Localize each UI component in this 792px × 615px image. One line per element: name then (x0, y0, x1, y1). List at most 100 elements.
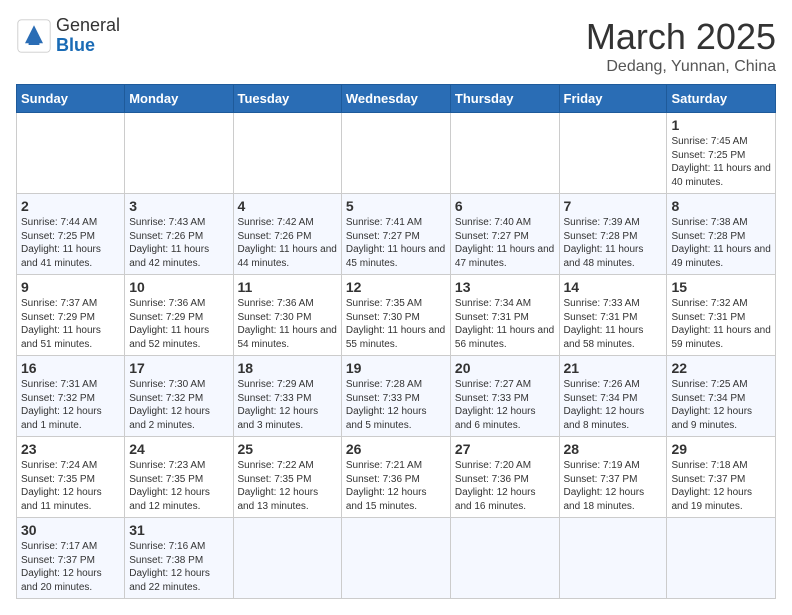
day-info: Sunrise: 7:18 AM Sunset: 7:37 PM Dayligh… (671, 459, 771, 513)
day-info: Sunrise: 7:25 AM Sunset: 7:34 PM Dayligh… (671, 378, 771, 432)
day-info: Sunrise: 7:28 AM Sunset: 7:33 PM Dayligh… (346, 378, 446, 432)
calendar-cell: 6Sunrise: 7:40 AM Sunset: 7:27 PM Daylig… (450, 194, 559, 275)
calendar-cell (450, 113, 559, 194)
calendar-cell (341, 518, 450, 599)
weekday-header-sunday: Sunday (17, 85, 125, 113)
calendar-cell: 2Sunrise: 7:44 AM Sunset: 7:25 PM Daylig… (17, 194, 125, 275)
weekday-header-saturday: Saturday (667, 85, 776, 113)
logo-general: General (56, 16, 120, 36)
day-info: Sunrise: 7:45 AM Sunset: 7:25 PM Dayligh… (671, 135, 771, 189)
day-info: Sunrise: 7:19 AM Sunset: 7:37 PM Dayligh… (564, 459, 663, 513)
calendar-cell: 18 Sunrise: 7:29 AM Sunset: 7:33 PM Dayli… (233, 356, 341, 437)
day-info: Sunrise: 7:39 AM Sunset: 7:28 PM Dayligh… (564, 216, 663, 270)
weekday-header-row: SundayMondayTuesdayWednesdayThursdayFrid… (17, 85, 776, 113)
calendar-cell: 31 Sunrise: 7:16 AM Sunset: 7:38 PM Dayli… (125, 518, 233, 599)
day-info: Sunrise: 7:29 AM Sunset: 7:33 PM Dayligh… (238, 378, 337, 432)
calendar-cell: 21Sunrise: 7:26 AM Sunset: 7:34 PM Dayli… (559, 356, 667, 437)
weekday-header-monday: Monday (125, 85, 233, 113)
day-number: 25 (238, 441, 337, 457)
calendar-cell (17, 113, 125, 194)
calendar-cell: 4Sunrise: 7:42 AM Sunset: 7:26 PM Daylig… (233, 194, 341, 275)
day-number: 28 (564, 441, 663, 457)
weekday-header-tuesday: Tuesday (233, 85, 341, 113)
calendar-cell: 13 Sunrise: 7:34 AM Sunset: 7:31 PM Dayli… (450, 275, 559, 356)
weekday-header-friday: Friday (559, 85, 667, 113)
day-info: Sunrise: 7:37 AM Sunset: 7:29 PM Dayligh… (21, 297, 120, 351)
day-number: 9 (21, 279, 120, 295)
day-number: 18 (238, 360, 337, 376)
day-number: 27 (455, 441, 555, 457)
page-header: General Blue March 2025 Dedang, Yunnan, … (16, 16, 776, 76)
day-number: 31 (129, 522, 228, 538)
day-info: Sunrise: 7:30 AM Sunset: 7:32 PM Dayligh… (129, 378, 228, 432)
calendar-cell: 11Sunrise: 7:36 AM Sunset: 7:30 PM Dayli… (233, 275, 341, 356)
day-number: 16 (21, 360, 120, 376)
day-info: Sunrise: 7:36 AM Sunset: 7:30 PM Dayligh… (238, 297, 337, 351)
calendar-cell: 28 Sunrise: 7:19 AM Sunset: 7:37 PM Dayli… (559, 437, 667, 518)
day-info: Sunrise: 7:38 AM Sunset: 7:28 PM Dayligh… (671, 216, 771, 270)
day-number: 26 (346, 441, 446, 457)
calendar-cell (450, 518, 559, 599)
day-number: 8 (671, 198, 771, 214)
logo-text: General Blue (56, 16, 120, 56)
day-info: Sunrise: 7:43 AM Sunset: 7:26 PM Dayligh… (129, 216, 228, 270)
calendar-cell: 5 Sunrise: 7:41 AM Sunset: 7:27 PM Daylig… (341, 194, 450, 275)
day-info: Sunrise: 7:36 AM Sunset: 7:29 PM Dayligh… (129, 297, 228, 351)
calendar-cell: 12Sunrise: 7:35 AM Sunset: 7:30 PM Dayli… (341, 275, 450, 356)
calendar-week-4: 16 Sunrise: 7:31 AM Sunset: 7:32 PM Dayli… (17, 356, 776, 437)
calendar-cell: 26 Sunrise: 7:21 AM Sunset: 7:36 PM Dayli… (341, 437, 450, 518)
day-info: Sunrise: 7:23 AM Sunset: 7:35 PM Dayligh… (129, 459, 228, 513)
weekday-header-wednesday: Wednesday (341, 85, 450, 113)
calendar-cell: 15Sunrise: 7:32 AM Sunset: 7:31 PM Dayli… (667, 275, 776, 356)
day-info: Sunrise: 7:41 AM Sunset: 7:27 PM Dayligh… (346, 216, 446, 270)
day-number: 10 (129, 279, 228, 295)
day-info: Sunrise: 7:34 AM Sunset: 7:31 PM Dayligh… (455, 297, 555, 351)
day-number: 13 (455, 279, 555, 295)
day-info: Sunrise: 7:44 AM Sunset: 7:25 PM Dayligh… (21, 216, 120, 270)
day-number: 29 (671, 441, 771, 457)
day-info: Sunrise: 7:16 AM Sunset: 7:38 PM Dayligh… (129, 540, 228, 594)
calendar-week-2: 2Sunrise: 7:44 AM Sunset: 7:25 PM Daylig… (17, 194, 776, 275)
calendar-cell: 10 Sunrise: 7:36 AM Sunset: 7:29 PM Dayli… (125, 275, 233, 356)
day-number: 17 (129, 360, 228, 376)
day-number: 3 (129, 198, 228, 214)
calendar-cell: 14 Sunrise: 7:33 AM Sunset: 7:31 PM Dayli… (559, 275, 667, 356)
day-number: 24 (129, 441, 228, 457)
day-number: 23 (21, 441, 120, 457)
location-label: Dedang, Yunnan, China (586, 58, 776, 76)
calendar-cell: 20Sunrise: 7:27 AM Sunset: 7:33 PM Dayli… (450, 356, 559, 437)
calendar-cell: 25 Sunrise: 7:22 AM Sunset: 7:35 PM Dayli… (233, 437, 341, 518)
calendar-cell (233, 518, 341, 599)
calendar-week-6: 30Sunrise: 7:17 AM Sunset: 7:37 PM Dayli… (17, 518, 776, 599)
day-info: Sunrise: 7:27 AM Sunset: 7:33 PM Dayligh… (455, 378, 555, 432)
day-info: Sunrise: 7:21 AM Sunset: 7:36 PM Dayligh… (346, 459, 446, 513)
day-info: Sunrise: 7:31 AM Sunset: 7:32 PM Dayligh… (21, 378, 120, 432)
weekday-header-thursday: Thursday (450, 85, 559, 113)
calendar-cell (667, 518, 776, 599)
calendar-cell: 27Sunrise: 7:20 AM Sunset: 7:36 PM Dayli… (450, 437, 559, 518)
day-number: 5 (346, 198, 446, 214)
calendar-cell (559, 518, 667, 599)
calendar-table: SundayMondayTuesdayWednesdayThursdayFrid… (16, 84, 776, 599)
day-number: 19 (346, 360, 446, 376)
day-info: Sunrise: 7:40 AM Sunset: 7:27 PM Dayligh… (455, 216, 555, 270)
calendar-cell: 3 Sunrise: 7:43 AM Sunset: 7:26 PM Daylig… (125, 194, 233, 275)
calendar-cell: 22Sunrise: 7:25 AM Sunset: 7:34 PM Dayli… (667, 356, 776, 437)
calendar-cell: 24 Sunrise: 7:23 AM Sunset: 7:35 PM Dayli… (125, 437, 233, 518)
day-number: 1 (671, 117, 771, 133)
day-number: 30 (21, 522, 120, 538)
logo: General Blue (16, 16, 120, 56)
day-number: 14 (564, 279, 663, 295)
calendar-cell: 1 Sunrise: 7:45 AM Sunset: 7:25 PM Daylig… (667, 113, 776, 194)
day-number: 4 (238, 198, 337, 214)
day-info: Sunrise: 7:33 AM Sunset: 7:31 PM Dayligh… (564, 297, 663, 351)
title-section: March 2025 Dedang, Yunnan, China (586, 16, 776, 76)
calendar-week-5: 23Sunrise: 7:24 AM Sunset: 7:35 PM Dayli… (17, 437, 776, 518)
calendar-cell: 30Sunrise: 7:17 AM Sunset: 7:37 PM Dayli… (17, 518, 125, 599)
day-info: Sunrise: 7:22 AM Sunset: 7:35 PM Dayligh… (238, 459, 337, 513)
calendar-cell (233, 113, 341, 194)
calendar-cell: 16 Sunrise: 7:31 AM Sunset: 7:32 PM Dayli… (17, 356, 125, 437)
calendar-week-1: 1 Sunrise: 7:45 AM Sunset: 7:25 PM Daylig… (17, 113, 776, 194)
day-number: 15 (671, 279, 771, 295)
calendar-cell (125, 113, 233, 194)
